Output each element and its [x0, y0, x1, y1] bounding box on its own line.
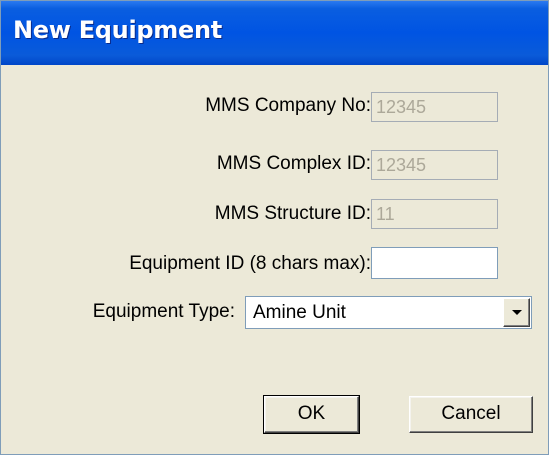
equipment-type-label: Equipment Type: — [92, 301, 235, 322]
dialog-title: New Equipment — [13, 16, 222, 44]
complex-id-label: MMS Complex ID: — [216, 153, 371, 174]
company-no-value: 12345 — [376, 97, 427, 117]
dropdown-button[interactable] — [503, 298, 530, 327]
company-no-label: MMS Company No: — [205, 95, 371, 116]
equipment-id-input[interactable] — [371, 247, 498, 279]
new-equipment-dialog: New Equipment MMS Company No: 12345 MMS … — [0, 0, 549, 455]
equipment-id-label: Equipment ID (8 chars max): — [129, 253, 371, 274]
structure-id-value: 11 — [376, 204, 395, 224]
structure-id-label: MMS Structure ID: — [214, 203, 371, 224]
dialog-body: MMS Company No: 12345 MMS Complex ID: 12… — [4, 65, 545, 452]
complex-id-value: 12345 — [376, 155, 427, 175]
complex-id-field: 12345 — [371, 150, 498, 180]
structure-id-field: 11 — [371, 199, 498, 229]
cancel-button[interactable]: Cancel — [409, 396, 533, 433]
title-bar[interactable]: New Equipment — [1, 1, 548, 65]
chevron-down-icon — [512, 310, 522, 315]
ok-button[interactable]: OK — [263, 395, 360, 434]
equipment-type-select[interactable]: Amine Unit — [245, 296, 532, 329]
company-no-field: 12345 — [371, 92, 498, 122]
equipment-type-value: Amine Unit — [253, 302, 346, 323]
